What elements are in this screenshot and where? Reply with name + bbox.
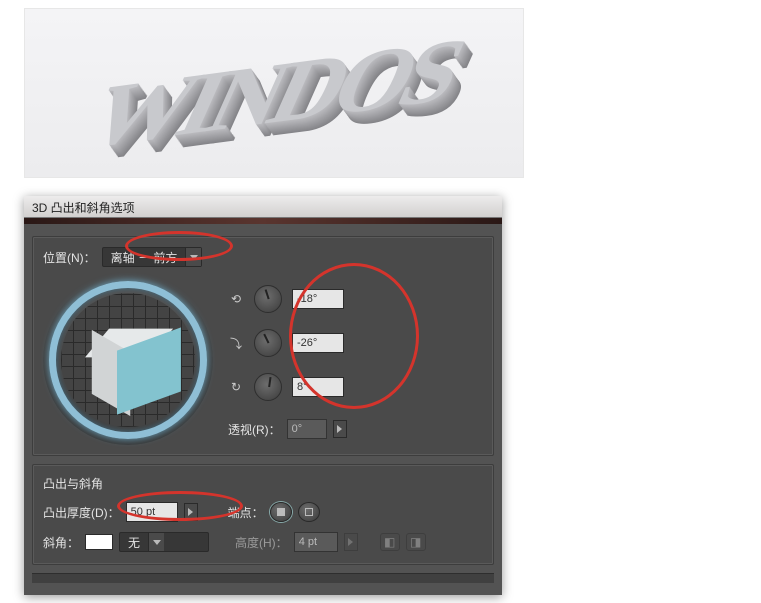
group-extrude-bevel: 凸出与斜角 凸出厚度(D)： 50 pt 端点： 斜角： 无 高度(H)： xyxy=(32,464,494,565)
rotate-z-icon: ↻ xyxy=(228,379,244,395)
rotate-x-icon: ⟲ xyxy=(228,291,244,307)
position-dropdown[interactable]: 离轴 － 前方 xyxy=(102,247,203,267)
rotation-x-field[interactable]: -18° xyxy=(292,289,344,309)
dial-y[interactable] xyxy=(254,329,282,357)
dialog-bottom-bar xyxy=(32,573,494,583)
position-label: 位置(N)： xyxy=(43,249,96,266)
bevel-dropdown[interactable]: 无 xyxy=(119,532,209,552)
bevel-swatch-icon xyxy=(85,534,113,550)
cube-preview-icon xyxy=(83,311,175,403)
position-dropdown-value: 离轴 － 前方 xyxy=(103,249,186,266)
cap-label: 端点： xyxy=(228,504,264,521)
group-position-rotation: 位置(N)： 离轴 － 前方 xyxy=(32,236,494,456)
bevel-label: 斜角： xyxy=(43,534,79,551)
dial-z[interactable] xyxy=(254,373,282,401)
extrude-depth-field[interactable]: 50 pt xyxy=(126,502,178,522)
cap-on-button[interactable] xyxy=(270,502,292,522)
perspective-field[interactable]: 0° xyxy=(287,419,327,439)
rotate-y-icon: ⤵ xyxy=(228,335,244,351)
chevron-down-icon xyxy=(148,533,164,551)
perspective-stepper[interactable] xyxy=(333,420,347,438)
extrude-depth-label: 凸出厚度(D)： xyxy=(43,504,120,521)
chevron-down-icon xyxy=(185,248,201,266)
bevel-height-stepper xyxy=(344,533,358,551)
bevel-height-field[interactable]: 4 pt xyxy=(294,532,338,552)
bevel-extent-out-icon: ◨ xyxy=(406,533,426,551)
cap-off-button[interactable] xyxy=(298,502,320,522)
dialog-3d-extrude-bevel: 3D 凸出和斜角选项 位置(N)： 离轴 － 前方 xyxy=(24,196,502,595)
rotation-trackball[interactable] xyxy=(43,275,218,445)
bevel-extent-in-icon: ◧ xyxy=(380,533,400,551)
text-3d-preview: WINDOS xyxy=(24,8,524,178)
bevel-height-label: 高度(H)： xyxy=(235,534,288,551)
perspective-label: 透视(R)： xyxy=(228,421,281,438)
bevel-dropdown-value: 无 xyxy=(120,534,148,551)
dialog-title: 3D 凸出和斜角选项 xyxy=(24,196,502,218)
rotation-y-field[interactable]: -26° xyxy=(292,333,344,353)
rotation-z-field[interactable]: 8° xyxy=(292,377,344,397)
preview-3d-text: WINDOS xyxy=(72,16,476,169)
extrude-depth-stepper[interactable] xyxy=(184,503,198,521)
rotation-controls: ⟲ -18° ⤵ -26° ↻ 8° 透视( xyxy=(228,275,483,445)
extrude-bevel-title: 凸出与斜角 xyxy=(43,475,483,492)
dial-x[interactable] xyxy=(254,285,282,313)
